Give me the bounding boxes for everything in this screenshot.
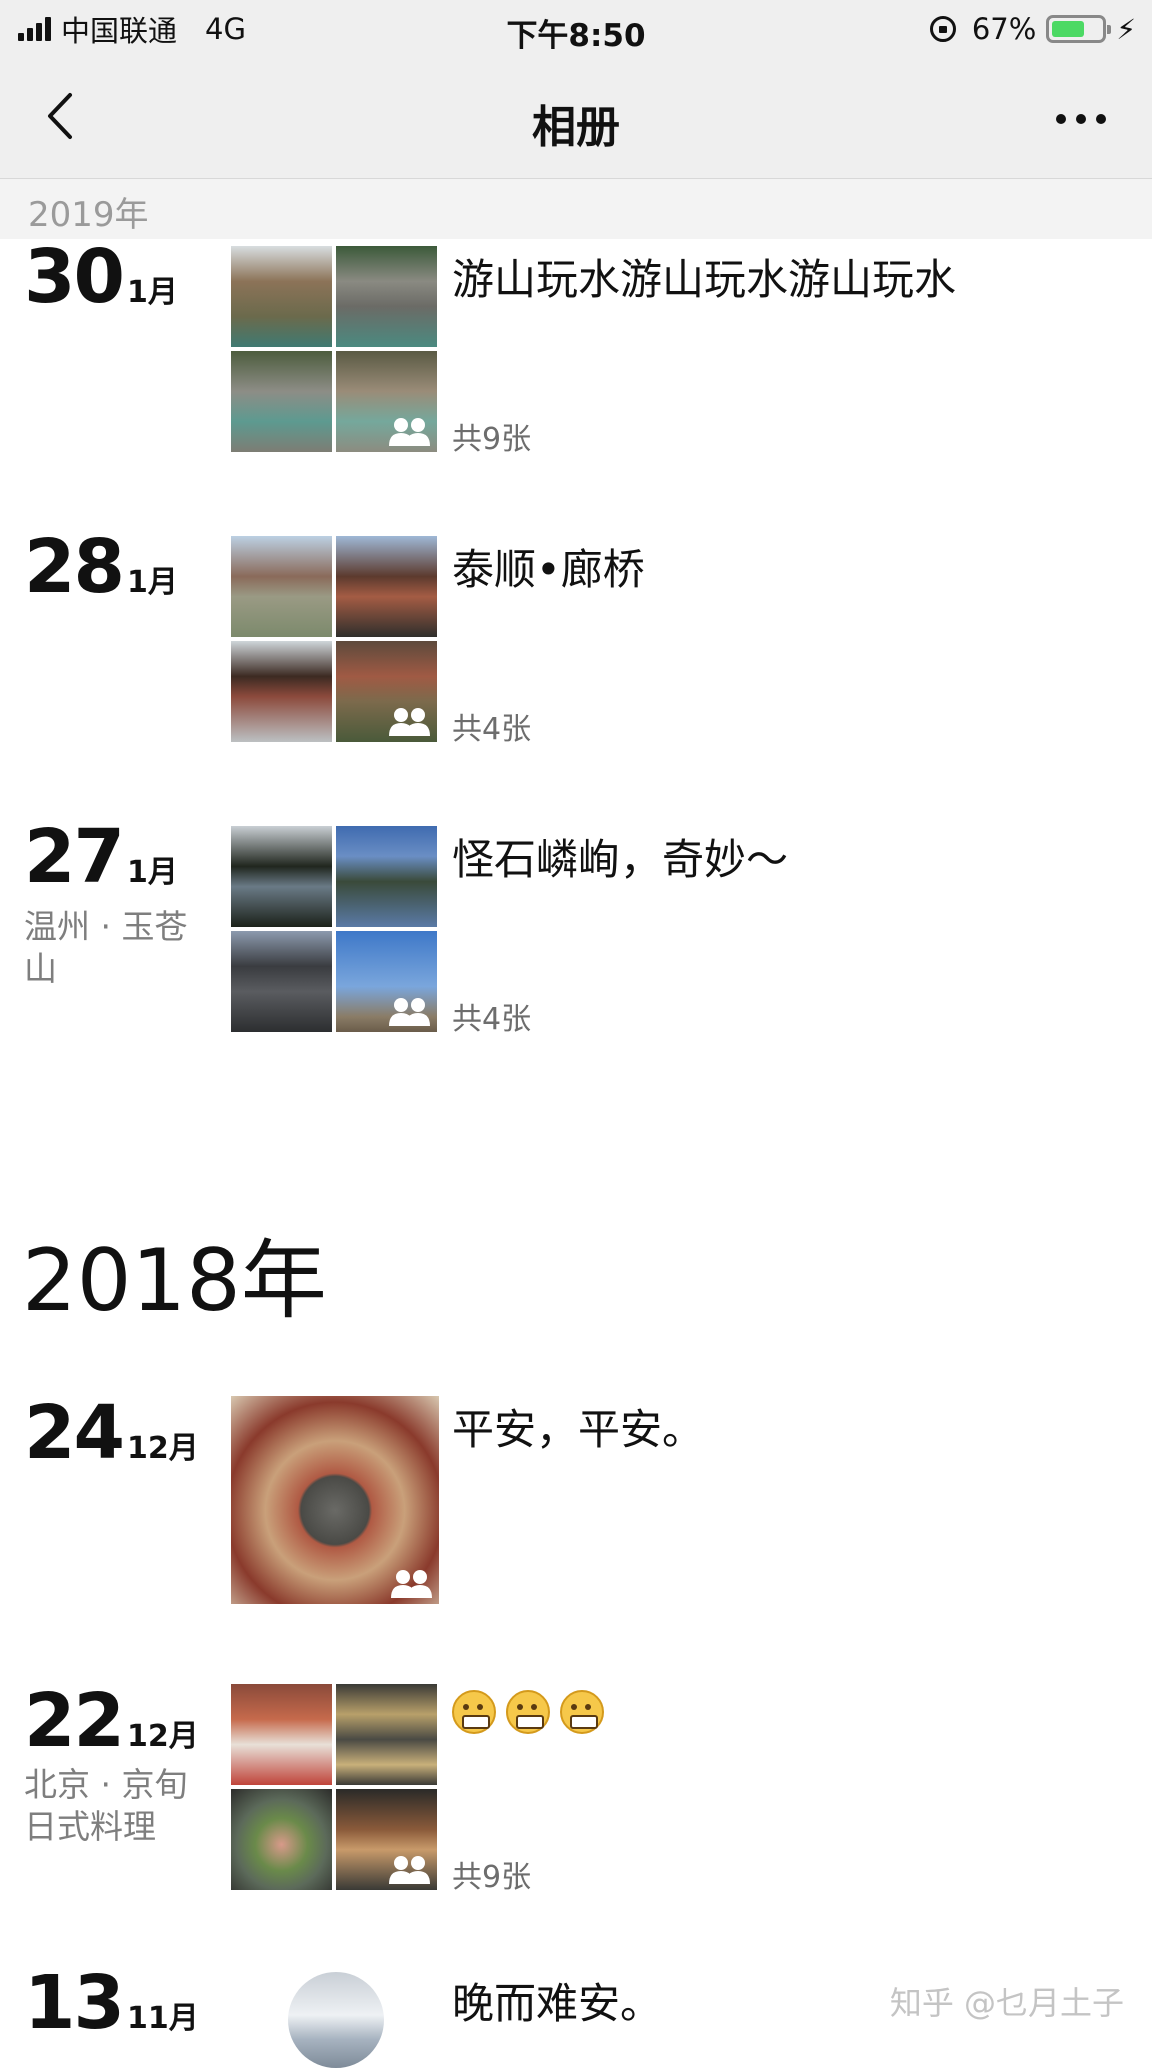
grimace-emoji-icon (506, 1689, 550, 1734)
entry-month: 12月 (126, 1719, 199, 1754)
photo-grid[interactable] (231, 826, 439, 1034)
people-icon (389, 998, 430, 1026)
entry-location: 温州 · 玉苍山 (24, 907, 188, 988)
status-right: 67% ⚡ (929, 10, 1136, 48)
photo-thumbnail[interactable] (231, 536, 332, 637)
entry-date: 13 11月 (24, 1960, 199, 2046)
photo-thumbnail[interactable] (336, 826, 437, 927)
photo-thumbnail[interactable] (231, 1396, 439, 1604)
rotation-lock-icon (929, 16, 956, 42)
watermark: 知乎 @乜月土子 (889, 1984, 1124, 2022)
photo-thumbnail[interactable] (336, 931, 437, 1032)
entry-caption: 晚而难安。 (452, 1979, 663, 2028)
photo-thumbnail[interactable] (336, 536, 437, 637)
entry-month: 1月 (126, 565, 178, 600)
status-bar: 中国联通 4G 下午8:50 67% ⚡ (0, 0, 1152, 58)
entry-day: 13 (24, 1960, 125, 2046)
page-title: 相册 (532, 102, 620, 153)
charging-icon: ⚡ (1116, 12, 1136, 46)
grimace-emoji-icon (452, 1689, 496, 1734)
sticky-year-header: 2019年 (0, 179, 1152, 239)
people-icon (389, 1856, 430, 1884)
photo-thumbnail[interactable] (231, 931, 332, 1032)
sticky-year-label: 2019年 (28, 195, 149, 235)
nav-bar: 相册 (0, 58, 1152, 179)
entry-caption: 游山玩水游山玩水游山玩水 (452, 255, 957, 304)
grimace-emoji-icon (560, 1689, 604, 1734)
photo-count: 共9张 (452, 422, 532, 457)
entry-day: 27 (24, 814, 125, 900)
battery-icon (1046, 15, 1112, 43)
photo-thumbnail[interactable] (231, 246, 332, 347)
photo-grid[interactable] (231, 1396, 439, 1604)
photo-thumbnail[interactable] (336, 351, 437, 452)
photo-grid[interactable] (231, 1684, 439, 1892)
photo-thumbnail[interactable] (336, 1684, 437, 1785)
photo-count: 共9张 (452, 1860, 532, 1895)
entry-caption: 泰顺•廊桥 (452, 545, 645, 594)
photo-count: 共4张 (452, 712, 532, 747)
people-icon (389, 708, 430, 736)
year-heading: 2018年 (22, 1231, 327, 1331)
photo-thumbnail[interactable] (336, 1789, 437, 1890)
entry-location: 北京 · 京旬日式料理 (24, 1765, 188, 1846)
photo-thumbnail[interactable] (231, 826, 332, 927)
entry-date: 24 12月 (24, 1390, 199, 1476)
photo-thumbnail[interactable] (288, 1972, 384, 2068)
entry-month: 11月 (126, 2001, 199, 2036)
entry-date: 27 1月 (24, 814, 178, 900)
photo-grid[interactable] (231, 246, 439, 454)
entry-day: 24 (24, 1390, 125, 1476)
entry-date: 22 12月 (24, 1678, 199, 1764)
entry-caption: 怪石嶙峋，奇妙～ (452, 835, 789, 884)
photo-thumbnail[interactable] (231, 351, 332, 452)
entry-day: 30 (24, 234, 125, 320)
photo-thumbnail[interactable] (336, 246, 437, 347)
photo-count: 共4张 (452, 1002, 532, 1037)
entry-month: 1月 (126, 275, 178, 310)
photo-thumbnail[interactable] (231, 641, 332, 742)
battery-percent: 67% (971, 12, 1037, 46)
entry-date: 28 1月 (24, 524, 178, 610)
photo-thumbnail[interactable] (231, 1789, 332, 1890)
entry-caption (452, 1684, 614, 1734)
entry-caption: 平安，平安。 (452, 1405, 705, 1454)
people-icon (389, 418, 430, 446)
photo-grid[interactable] (231, 536, 439, 744)
entry-month: 1月 (126, 855, 178, 890)
entry-day: 22 (24, 1678, 125, 1764)
entry-month: 12月 (126, 1431, 199, 1466)
photo-thumbnail[interactable] (336, 641, 437, 742)
ellipsis-icon[interactable] (1056, 114, 1106, 124)
entry-date: 30 1月 (24, 234, 178, 320)
entry-day: 28 (24, 524, 125, 610)
photo-thumbnail[interactable] (231, 1684, 332, 1785)
people-icon (391, 1570, 432, 1598)
